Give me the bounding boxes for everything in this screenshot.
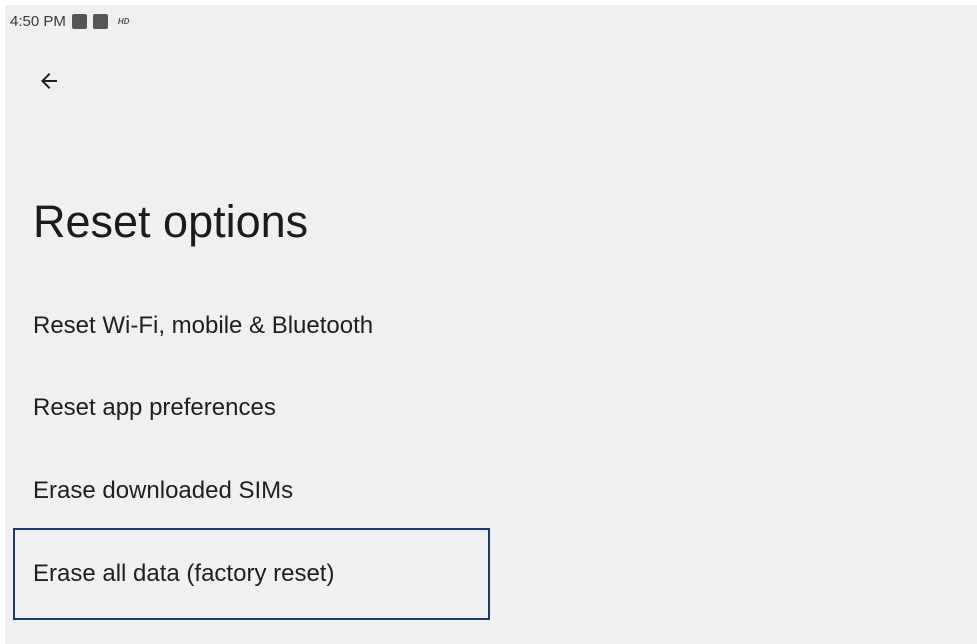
- reset-network-option[interactable]: Reset Wi-Fi, mobile & Bluetooth: [33, 311, 373, 341]
- page-title: Reset options: [33, 196, 309, 247]
- status-bar: 4:50 PM HD: [10, 11, 129, 31]
- factory-reset-option[interactable]: Erase all data (factory reset): [33, 559, 334, 589]
- notification-icon: [92, 13, 108, 29]
- settings-screen: 4:50 PM HD Reset options Reset Wi-Fi, mo…: [5, 5, 977, 644]
- reset-app-preferences-option[interactable]: Reset app preferences: [33, 393, 276, 423]
- status-time: 4:50 PM: [10, 12, 66, 30]
- notification-icon: [71, 13, 87, 29]
- erase-downloaded-sims-option[interactable]: Erase downloaded SIMs: [33, 476, 293, 506]
- hd-icon: HD: [117, 16, 130, 26]
- back-button[interactable]: [31, 63, 67, 99]
- arrow-left-icon: [41, 73, 57, 89]
